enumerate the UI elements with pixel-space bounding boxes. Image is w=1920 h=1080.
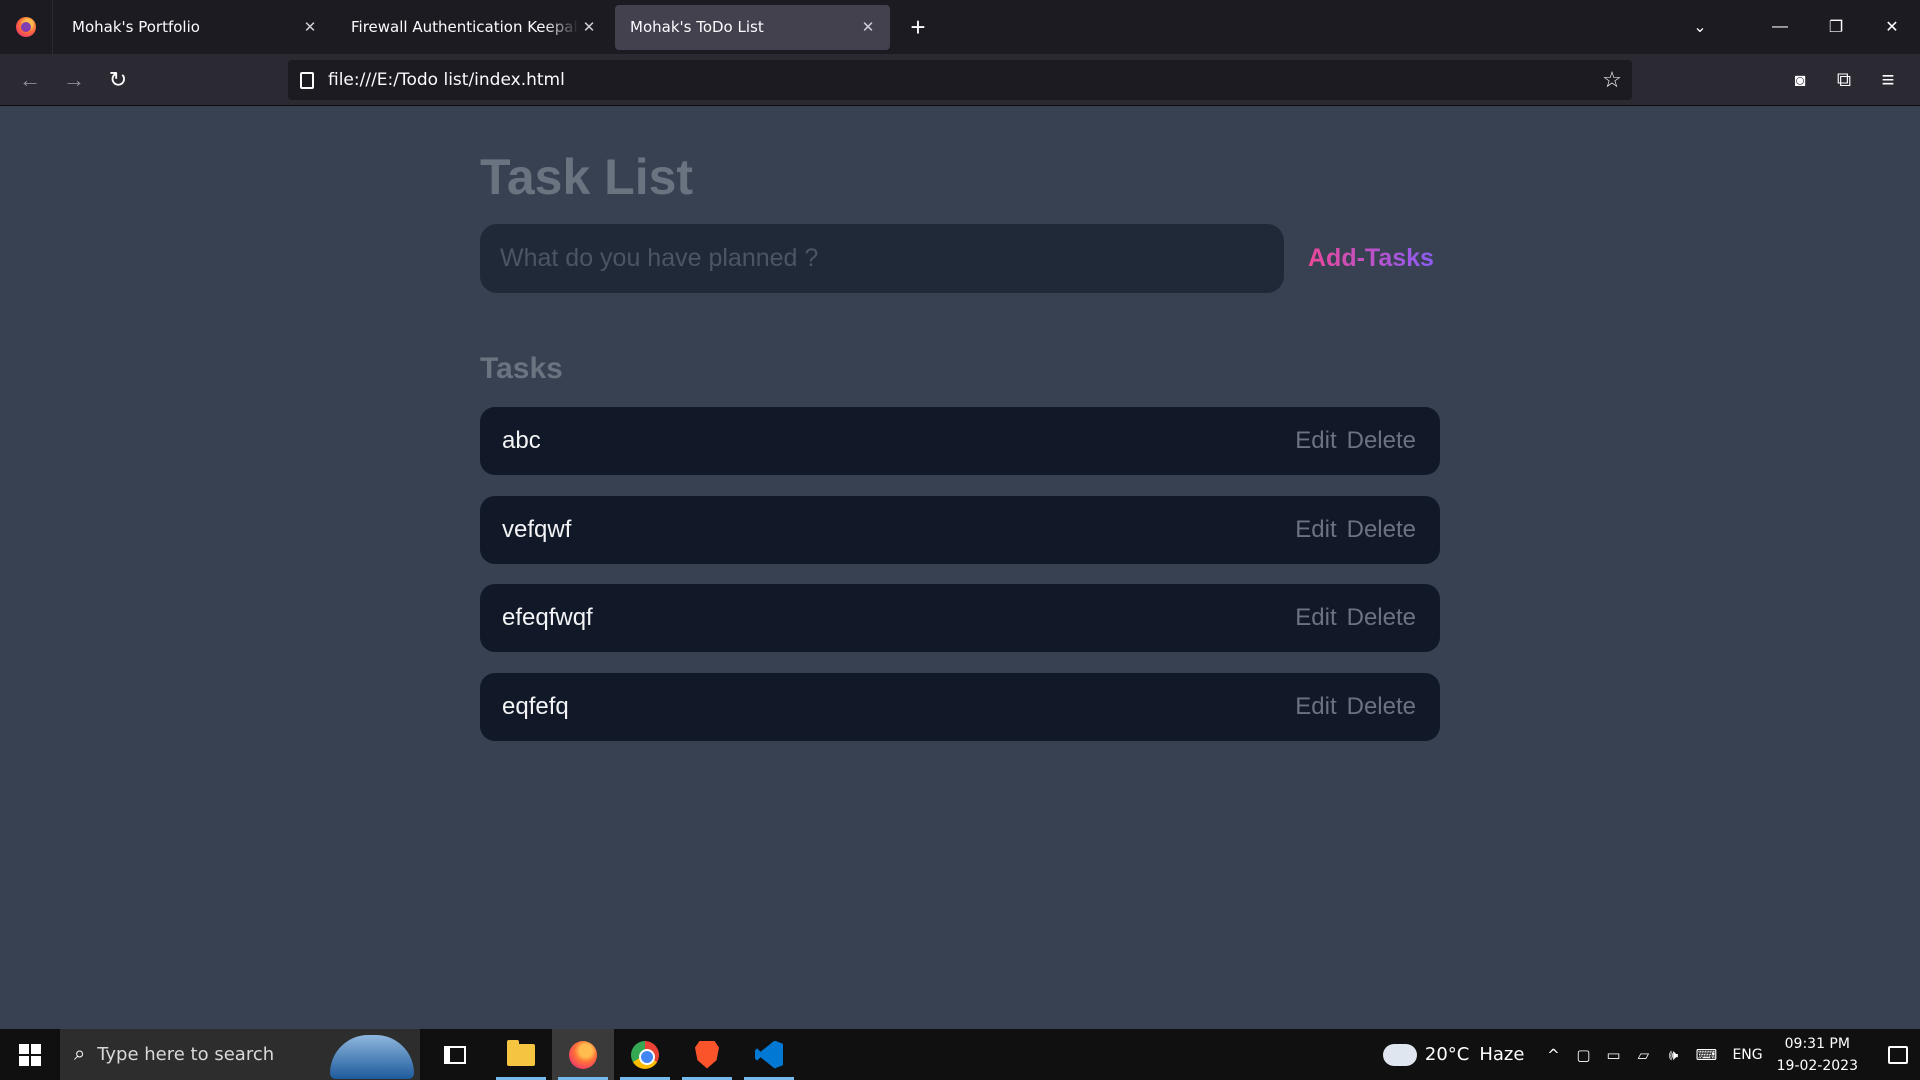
- task-item: eqfefq Edit Delete: [480, 672, 1440, 741]
- meet-now-icon[interactable]: ▢: [1568, 1046, 1598, 1064]
- weather-condition: Haze: [1479, 1044, 1525, 1065]
- input-language[interactable]: ENG: [1732, 1047, 1762, 1063]
- edit-button[interactable]: Edit: [1295, 604, 1336, 632]
- back-arrow-icon[interactable]: ←: [8, 60, 52, 100]
- restore-icon[interactable]: ❐: [1808, 0, 1864, 54]
- tab-label: Firewall Authentication Keepalive W: [351, 18, 579, 36]
- new-task-input[interactable]: [480, 224, 1284, 293]
- firefox-icon[interactable]: [552, 1029, 614, 1080]
- weather-cloud-icon: [1382, 1035, 1417, 1066]
- tab-portfolio[interactable]: Mohak's Portfolio ✕: [57, 5, 332, 50]
- firefox-menu-icon[interactable]: [0, 0, 53, 54]
- clock-time: 09:31 PM: [1784, 1035, 1850, 1052]
- keyboard-icon[interactable]: ⌨: [1688, 1046, 1724, 1064]
- delete-button[interactable]: Delete: [1347, 427, 1416, 455]
- hamburger-menu-icon[interactable]: ≡: [1866, 60, 1910, 100]
- task-text: eqfefq: [502, 692, 569, 720]
- volume-icon[interactable]: 🕪: [1658, 1046, 1688, 1064]
- edit-button[interactable]: Edit: [1295, 516, 1336, 544]
- task-view-icon[interactable]: [424, 1029, 486, 1080]
- list-all-tabs-icon[interactable]: ⌄: [1672, 0, 1728, 54]
- reload-icon[interactable]: ↻: [96, 60, 140, 100]
- tab-firewall[interactable]: Firewall Authentication Keepalive W ✕: [336, 5, 611, 50]
- battery-icon[interactable]: ▱: [1628, 1046, 1658, 1064]
- chrome-icon[interactable]: [614, 1029, 676, 1080]
- weather-widget[interactable]: 20°C Haze: [1382, 1035, 1525, 1066]
- todo-page: Task List Add-Tasks Tasks abc Edit Delet…: [0, 106, 1920, 1029]
- brave-icon[interactable]: [676, 1029, 738, 1080]
- close-window-icon[interactable]: ✕: [1864, 0, 1920, 54]
- edit-button[interactable]: Edit: [1295, 693, 1336, 721]
- close-tab-icon[interactable]: ✕: [858, 17, 878, 37]
- address-bar[interactable]: file:///E:/Todo list/index.html ☆: [288, 60, 1632, 100]
- network-icon[interactable]: ▭: [1598, 1046, 1628, 1064]
- tab-label: Mohak's ToDo List: [630, 18, 764, 36]
- system-tray: 20°C Haze ^ ▢ ▭ ▱ 🕪 ⌨ ENG 09:31 PM 19-02…: [1382, 1029, 1920, 1080]
- plus-icon[interactable]: +: [898, 7, 938, 47]
- search-icon: ⌕: [74, 1043, 86, 1065]
- weather-temperature: 20°C: [1424, 1044, 1470, 1065]
- notification-center-icon[interactable]: [1876, 1029, 1920, 1080]
- task-text: abc: [502, 427, 541, 454]
- vscode-icon[interactable]: [738, 1029, 800, 1080]
- pocket-icon[interactable]: ◙: [1778, 60, 1822, 100]
- task-text: vefqwf: [502, 515, 572, 543]
- delete-button[interactable]: Delete: [1347, 604, 1416, 632]
- clock-date: 19-02-2023: [1776, 1057, 1858, 1074]
- forward-arrow-icon[interactable]: →: [52, 60, 96, 100]
- page-title: Task List: [480, 149, 694, 205]
- bookmark-star-icon[interactable]: ☆: [1592, 67, 1632, 93]
- delete-button[interactable]: Delete: [1347, 693, 1416, 721]
- show-hidden-icons-chevron-icon[interactable]: ^: [1538, 1046, 1568, 1064]
- windows-start-icon[interactable]: [0, 1029, 60, 1080]
- close-tab-icon[interactable]: ✕: [579, 17, 599, 37]
- close-tab-icon[interactable]: ✕: [300, 17, 320, 37]
- edit-button[interactable]: Edit: [1295, 427, 1336, 455]
- add-tasks-button[interactable]: Add-Tasks: [1308, 244, 1434, 273]
- browser-tab-strip: Mohak's Portfolio ✕ Firewall Authenticat…: [0, 0, 1920, 54]
- navigation-toolbar: ← → ↻ file:///E:/Todo list/index.html ☆ …: [0, 54, 1920, 106]
- file-explorer-icon[interactable]: [490, 1029, 552, 1080]
- search-placeholder: Type here to search: [97, 1044, 275, 1065]
- task-item: abc Edit Delete: [480, 407, 1440, 475]
- task-item: vefqwf Edit Delete: [480, 495, 1440, 564]
- task-text: efeqfwqf: [502, 604, 593, 631]
- taskbar-search-box[interactable]: ⌕ Type here to search: [60, 1029, 420, 1080]
- url-text[interactable]: file:///E:/Todo list/index.html: [328, 70, 1592, 90]
- windows-taskbar: ⌕ Type here to search 20°C Haze ^ ▢ ▭ ▱ …: [0, 1029, 1920, 1080]
- task-list: abc Edit Delete vefqwf Edit Delete efeqf…: [480, 407, 1440, 761]
- tab-label: Mohak's Portfolio: [72, 18, 200, 36]
- page-icon: [300, 71, 314, 89]
- delete-button[interactable]: Delete: [1347, 516, 1416, 544]
- tasks-heading: Tasks: [480, 352, 563, 385]
- task-item: efeqfwqf Edit Delete: [480, 584, 1440, 652]
- tab-todo-list[interactable]: Mohak's ToDo List ✕: [615, 4, 890, 50]
- search-highlight-image: [330, 1035, 414, 1079]
- extensions-icon[interactable]: ⧉: [1822, 60, 1866, 100]
- clock[interactable]: 09:31 PM 19-02-2023: [1777, 1033, 1858, 1077]
- minimize-icon[interactable]: —: [1752, 0, 1808, 54]
